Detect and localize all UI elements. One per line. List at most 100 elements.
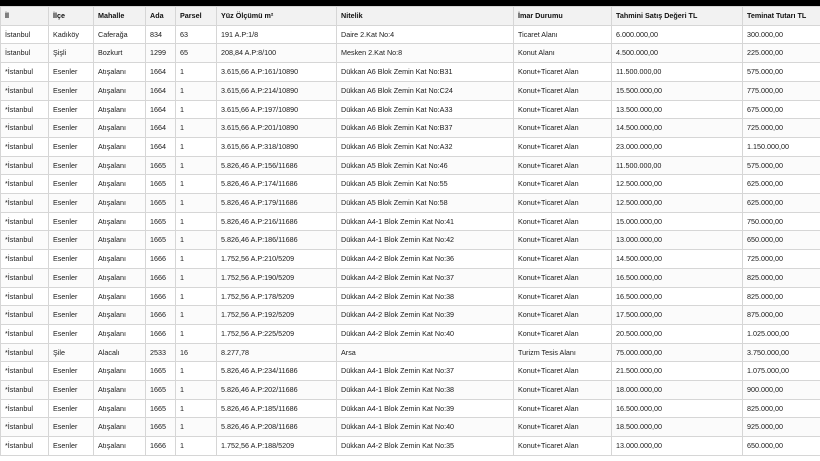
cell-nitelik: Dükkan A4-2 Blok Zemin Kat No:39 xyxy=(336,305,514,325)
cell-ada: 1665 xyxy=(145,398,176,419)
cell-parsel: 1 xyxy=(175,99,217,120)
cell-il: *İstanbul xyxy=(0,436,49,456)
cell-mahalle: Atışalanı xyxy=(93,118,146,138)
cell-tahmini-satis-degeri: 21.500.000,00 xyxy=(611,361,743,382)
cell-ilce: Kadıköy xyxy=(48,24,94,45)
cell-teminat-tutari: 925.000,00 xyxy=(742,417,820,438)
cell-mahalle: Atışalanı xyxy=(93,249,146,269)
header-teminat-tutari: Teminat Tutarı TL xyxy=(742,6,820,26)
cell-nitelik: Dükkan A4-2 Blok Zemin Kat No:38 xyxy=(336,286,514,307)
cell-yuz-olcumu: 3.615,66 A.P:197/10890 xyxy=(216,99,337,120)
cell-tahmini-satis-degeri: 11.500.000,00 xyxy=(611,62,743,82)
cell-teminat-tutari: 575.000,00 xyxy=(742,62,820,82)
cell-nitelik: Dükkan A4-1 Blok Zemin Kat No:39 xyxy=(336,398,514,419)
cell-teminat-tutari: 675.000,00 xyxy=(742,99,820,120)
cell-yuz-olcumu: 191 A.P:1/8 xyxy=(216,24,337,45)
cell-imar-durumu: Konut+Ticaret Alan xyxy=(513,193,612,213)
cell-ilce: Esenler xyxy=(48,249,94,269)
cell-imar-durumu: Konut+Ticaret Alan xyxy=(513,398,612,419)
table-row: *İstanbul Esenler Atışalanı 1664 1 3.615,66 A… xyxy=(0,118,820,138)
cell-nitelik: Dükkan A5 Blok Zemin Kat No:58 xyxy=(336,193,514,213)
cell-nitelik: Daire 2.Kat No:4 xyxy=(336,24,514,45)
cell-il: *İstanbul xyxy=(0,342,49,363)
cell-teminat-tutari: 3.750.000,00 xyxy=(742,342,820,363)
cell-teminat-tutari: 575.000,00 xyxy=(742,155,820,176)
cell-yuz-olcumu: 5.826,46 A.P:156/11686 xyxy=(216,155,337,176)
cell-parsel: 1 xyxy=(175,193,217,213)
cell-yuz-olcumu: 1.752,56 A.P:210/5209 xyxy=(216,249,337,269)
cell-imar-durumu: Konut+Ticaret Alan xyxy=(513,118,612,138)
cell-tahmini-satis-degeri: 15.500.000,00 xyxy=(611,80,743,101)
cell-il: *İstanbul xyxy=(0,193,49,213)
cell-teminat-tutari: 825.000,00 xyxy=(742,267,820,288)
cell-ilce: Esenler xyxy=(48,62,94,82)
cell-ada: 1665 xyxy=(145,155,176,176)
cell-teminat-tutari: 825.000,00 xyxy=(742,286,820,307)
cell-tahmini-satis-degeri: 12.500.000,00 xyxy=(611,193,743,213)
cell-tahmini-satis-degeri: 13.000.000,00 xyxy=(611,436,743,456)
cell-parsel: 1 xyxy=(175,174,217,195)
cell-il: *İstanbul xyxy=(0,136,49,157)
cell-mahalle: Atışalanı xyxy=(93,323,146,344)
cell-ilce: Esenler xyxy=(48,398,94,419)
cell-ada: 1665 xyxy=(145,193,176,213)
cell-nitelik: Dükkan A6 Blok Zemin Kat No:B37 xyxy=(336,118,514,138)
header-nitelik: Nitelik xyxy=(336,6,514,26)
cell-tahmini-satis-degeri: 18.000.000,00 xyxy=(611,380,743,400)
cell-ilce: Şişli xyxy=(48,43,94,64)
cell-tahmini-satis-degeri: 14.500.000,00 xyxy=(611,118,743,138)
cell-il: *İstanbul xyxy=(0,305,49,325)
cell-nitelik: Dükkan A4-2 Blok Zemin Kat No:37 xyxy=(336,267,514,288)
cell-imar-durumu: Ticaret Alanı xyxy=(513,24,612,45)
cell-nitelik: Dükkan A4-2 Blok Zemin Kat No:35 xyxy=(336,436,514,456)
cell-ada: 1299 xyxy=(145,43,176,64)
cell-tahmini-satis-degeri: 16.500.000,00 xyxy=(611,286,743,307)
header-ada: Ada xyxy=(145,6,176,26)
cell-ada: 1666 xyxy=(145,323,176,344)
cell-il: İstanbul xyxy=(0,43,49,64)
header-mahalle: Mahalle xyxy=(93,6,146,26)
cell-parsel: 1 xyxy=(175,230,217,251)
table-row: *İstanbul Esenler Atışalanı 1664 1 3.615,66 A… xyxy=(0,62,820,82)
cell-parsel: 16 xyxy=(175,342,217,363)
header-il: İl xyxy=(0,6,49,26)
cell-imar-durumu: Konut+Ticaret Alan xyxy=(513,230,612,251)
cell-tahmini-satis-degeri: 18.500.000,00 xyxy=(611,417,743,438)
cell-il: *İstanbul xyxy=(0,249,49,269)
cell-imar-durumu: Konut+Ticaret Alan xyxy=(513,305,612,325)
cell-yuz-olcumu: 3.615,66 A.P:318/10890 xyxy=(216,136,337,157)
header-imar-durumu: İmar Durumu xyxy=(513,6,612,26)
cell-il: *İstanbul xyxy=(0,230,49,251)
cell-ada: 1665 xyxy=(145,174,176,195)
cell-imar-durumu: Konut+Ticaret Alan xyxy=(513,211,612,232)
cell-imar-durumu: Konut+Ticaret Alan xyxy=(513,361,612,382)
table-row: *İstanbul Esenler Atışalanı 1665 1 5.826,46 A… xyxy=(0,398,820,419)
table-row: *İstanbul Esenler Atışalanı 1665 1 5.826,46 A… xyxy=(0,193,820,213)
table-body: İstanbul Kadıköy Caferağa 834 63 191 A.P:1/8 D… xyxy=(0,24,820,456)
cell-parsel: 1 xyxy=(175,398,217,419)
cell-tahmini-satis-degeri: 13.500.000,00 xyxy=(611,99,743,120)
cell-imar-durumu: Konut+Ticaret Alan xyxy=(513,80,612,101)
cell-imar-durumu: Konut+Ticaret Alan xyxy=(513,380,612,400)
table-row: *İstanbul Esenler Atışalanı 1666 1 1.752,56 A… xyxy=(0,305,820,325)
cell-nitelik: Dükkan A6 Blok Zemin Kat No:C24 xyxy=(336,80,514,101)
cell-tahmini-satis-degeri: 6.000.000,00 xyxy=(611,24,743,45)
table-row: *İstanbul Esenler Atışalanı 1666 1 1.752,56 A… xyxy=(0,323,820,344)
cell-imar-durumu: Konut+Ticaret Alan xyxy=(513,62,612,82)
cell-imar-durumu: Konut Alanı xyxy=(513,43,612,64)
cell-teminat-tutari: 750.000,00 xyxy=(742,211,820,232)
cell-nitelik: Dükkan A4-1 Blok Zemin Kat No:38 xyxy=(336,380,514,400)
table-row: *İstanbul Esenler Atışalanı 1666 1 1.752,56 A… xyxy=(0,286,820,307)
cell-mahalle: Atışalanı xyxy=(93,193,146,213)
cell-il: *İstanbul xyxy=(0,62,49,82)
table-row: *İstanbul Esenler Atışalanı 1666 1 1.752,56 A… xyxy=(0,267,820,288)
cell-il: *İstanbul xyxy=(0,99,49,120)
cell-yuz-olcumu: 5.826,46 A.P:179/11686 xyxy=(216,193,337,213)
cell-ada: 1666 xyxy=(145,286,176,307)
cell-nitelik: Dükkan A6 Blok Zemin Kat No:A33 xyxy=(336,99,514,120)
cell-imar-durumu: Konut+Ticaret Alan xyxy=(513,155,612,176)
cell-nitelik: Mesken 2.Kat No:8 xyxy=(336,43,514,64)
cell-mahalle: Bozkurt xyxy=(93,43,146,64)
cell-yuz-olcumu: 5.826,46 A.P:186/11686 xyxy=(216,230,337,251)
cell-parsel: 1 xyxy=(175,286,217,307)
